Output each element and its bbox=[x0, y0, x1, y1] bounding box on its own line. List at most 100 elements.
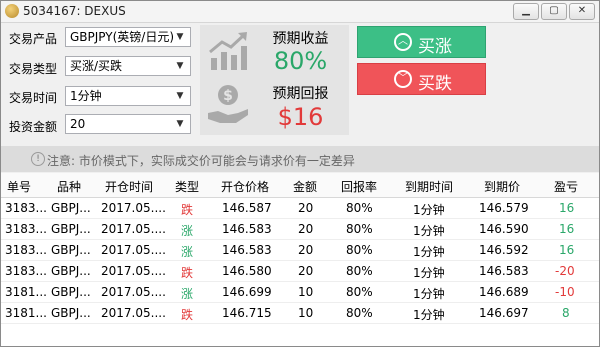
cell-symbol: GBPJ... bbox=[51, 285, 91, 299]
cell-id: 3183... bbox=[5, 264, 47, 278]
time-select[interactable]: 1分钟 ▼ bbox=[65, 86, 191, 106]
cell-type: 涨 bbox=[181, 224, 194, 238]
cell-open-time: 2017.05.... bbox=[101, 201, 166, 215]
cell-rate: 80% bbox=[346, 201, 373, 215]
header-id[interactable]: 单号 bbox=[7, 178, 31, 195]
cell-close-price: 146.583 bbox=[479, 264, 529, 278]
type-select[interactable]: 买涨/买跌 ▼ bbox=[65, 56, 191, 76]
header-expiry[interactable]: 到期时间 bbox=[405, 178, 453, 195]
cell-close-price: 146.590 bbox=[479, 222, 529, 236]
cell-open-time: 2017.05.... bbox=[101, 222, 166, 236]
buy-up-label: 买涨 bbox=[418, 37, 452, 57]
chevron-down-icon[interactable]: ▼ bbox=[173, 31, 187, 43]
table-row[interactable]: 3181... GBPJ... 2017.05.... 涨 146.699 10… bbox=[1, 282, 599, 303]
cell-amount: 20 bbox=[298, 222, 314, 236]
cell-price: 146.580 bbox=[222, 264, 272, 278]
product-label: 交易产品 bbox=[9, 32, 58, 46]
cell-amount: 20 bbox=[298, 201, 314, 215]
header-rate[interactable]: 回报率 bbox=[341, 178, 377, 195]
cell-price: 146.583 bbox=[222, 222, 272, 236]
amount-label: 投资金额 bbox=[9, 120, 58, 134]
cell-price: 146.699 bbox=[222, 285, 272, 299]
cell-rate: 80% bbox=[346, 306, 373, 320]
app-icon bbox=[5, 4, 19, 18]
cell-price: 146.587 bbox=[222, 201, 272, 215]
notice-bar: ! 注意: 市价模式下，实际成交价可能会与请求价有一定差异 bbox=[1, 146, 599, 172]
cell-open-time: 2017.05.... bbox=[101, 285, 166, 299]
cell-rate: 80% bbox=[346, 222, 373, 236]
cell-pnl: 16 bbox=[559, 222, 575, 236]
cell-type: 跌 bbox=[181, 308, 194, 322]
cell-open-time: 2017.05.... bbox=[101, 243, 166, 257]
chevron-down-icon[interactable]: ▼ bbox=[173, 118, 187, 130]
cell-symbol: GBPJ... bbox=[51, 201, 91, 215]
maximize-icon[interactable]: ▢ bbox=[541, 3, 567, 20]
arrow-up-circle-icon: ︿ bbox=[394, 33, 412, 51]
notice-text: 注意: 市价模式下，实际成交价可能会与请求价有一定差异 bbox=[47, 154, 355, 168]
buy-down-label: 买跌 bbox=[418, 74, 452, 94]
table-row[interactable]: 3183... GBPJ... 2017.05.... 跌 146.580 20… bbox=[1, 261, 599, 282]
cell-type: 跌 bbox=[181, 266, 194, 280]
arrow-down-circle-icon: ﹀ bbox=[394, 70, 412, 88]
cell-rate: 80% bbox=[346, 285, 373, 299]
minimize-icon[interactable]: ▁ bbox=[513, 3, 539, 20]
header-symbol[interactable]: 品种 bbox=[57, 178, 81, 195]
cell-symbol: GBPJ... bbox=[51, 222, 91, 236]
cell-type: 涨 bbox=[181, 287, 194, 301]
table-row[interactable]: 3181... GBPJ... 2017.05.... 跌 146.715 10… bbox=[1, 303, 599, 324]
cell-symbol: GBPJ... bbox=[51, 306, 91, 320]
expected-return-value: $16 bbox=[277, 103, 324, 131]
cell-id: 3183... bbox=[5, 201, 47, 215]
header-close-price[interactable]: 到期价 bbox=[484, 178, 520, 195]
expected-yield-label: 预期收益 bbox=[272, 31, 329, 47]
cell-type: 涨 bbox=[181, 245, 194, 259]
cell-pnl: 16 bbox=[559, 243, 575, 257]
chevron-down-icon[interactable]: ▼ bbox=[173, 60, 187, 72]
cell-close-price: 146.592 bbox=[479, 243, 529, 257]
close-icon[interactable]: ✕ bbox=[569, 3, 595, 20]
type-label: 交易类型 bbox=[9, 62, 58, 76]
title-bar[interactable]: 5034167: DEXUS ▁ ▢ ✕ bbox=[1, 1, 599, 23]
cell-amount: 10 bbox=[298, 306, 314, 320]
svg-text:$: $ bbox=[223, 88, 233, 104]
amount-combobox[interactable]: 20 ▼ bbox=[65, 114, 191, 134]
cell-close-price: 146.697 bbox=[479, 306, 529, 320]
money-hand-icon: $ bbox=[208, 85, 248, 123]
table-row[interactable]: 3183... GBPJ... 2017.05.... 跌 146.587 20… bbox=[1, 198, 599, 219]
cell-pnl: 16 bbox=[559, 201, 575, 215]
header-type[interactable]: 类型 bbox=[175, 178, 199, 195]
time-value: 1分钟 bbox=[70, 89, 102, 103]
header-open-time[interactable]: 开仓时间 bbox=[105, 178, 153, 195]
cell-close-price: 146.689 bbox=[479, 285, 529, 299]
cell-pnl: -10 bbox=[555, 285, 575, 299]
cell-symbol: GBPJ... bbox=[51, 264, 91, 278]
header-open-price[interactable]: 开仓价格 bbox=[221, 178, 269, 195]
header-pnl[interactable]: 盈亏 bbox=[554, 178, 578, 195]
cell-type: 跌 bbox=[181, 203, 194, 217]
cell-open-time: 2017.05.... bbox=[101, 306, 166, 320]
cell-amount: 10 bbox=[298, 285, 314, 299]
buy-down-button[interactable]: ﹀ 买跌 bbox=[357, 63, 486, 95]
cell-open-time: 2017.05.... bbox=[101, 264, 166, 278]
cell-amount: 20 bbox=[298, 243, 314, 257]
table-row[interactable]: 3183... GBPJ... 2017.05.... 涨 146.583 20… bbox=[1, 219, 599, 240]
cell-expiry: 1分钟 bbox=[413, 245, 445, 259]
chart-growth-icon bbox=[209, 32, 247, 70]
cell-id: 3181... bbox=[5, 306, 47, 320]
time-label: 交易时间 bbox=[9, 91, 58, 105]
chevron-down-icon[interactable]: ▼ bbox=[173, 90, 187, 102]
info-panel: $ 预期收益 80% 预期回报 $16 bbox=[200, 25, 349, 135]
header-amount[interactable]: 金额 bbox=[293, 178, 317, 195]
product-select[interactable]: GBPJPY(英镑/日元) ▼ bbox=[65, 27, 191, 47]
table-row[interactable]: 3183... GBPJ... 2017.05.... 涨 146.583 20… bbox=[1, 240, 599, 261]
info-icon: ! bbox=[31, 152, 45, 166]
expected-yield-value: 80% bbox=[273, 47, 328, 75]
cell-expiry: 1分钟 bbox=[413, 266, 445, 280]
buy-up-button[interactable]: ︿ 买涨 bbox=[357, 26, 486, 58]
cell-rate: 80% bbox=[346, 264, 373, 278]
amount-value: 20 bbox=[70, 117, 86, 131]
trading-window: 5034167: DEXUS ▁ ▢ ✕ 交易产品 GBPJPY(英镑/日元) … bbox=[0, 0, 600, 347]
cell-id: 3183... bbox=[5, 243, 47, 257]
cell-rate: 80% bbox=[346, 243, 373, 257]
cell-id: 3181... bbox=[5, 285, 47, 299]
